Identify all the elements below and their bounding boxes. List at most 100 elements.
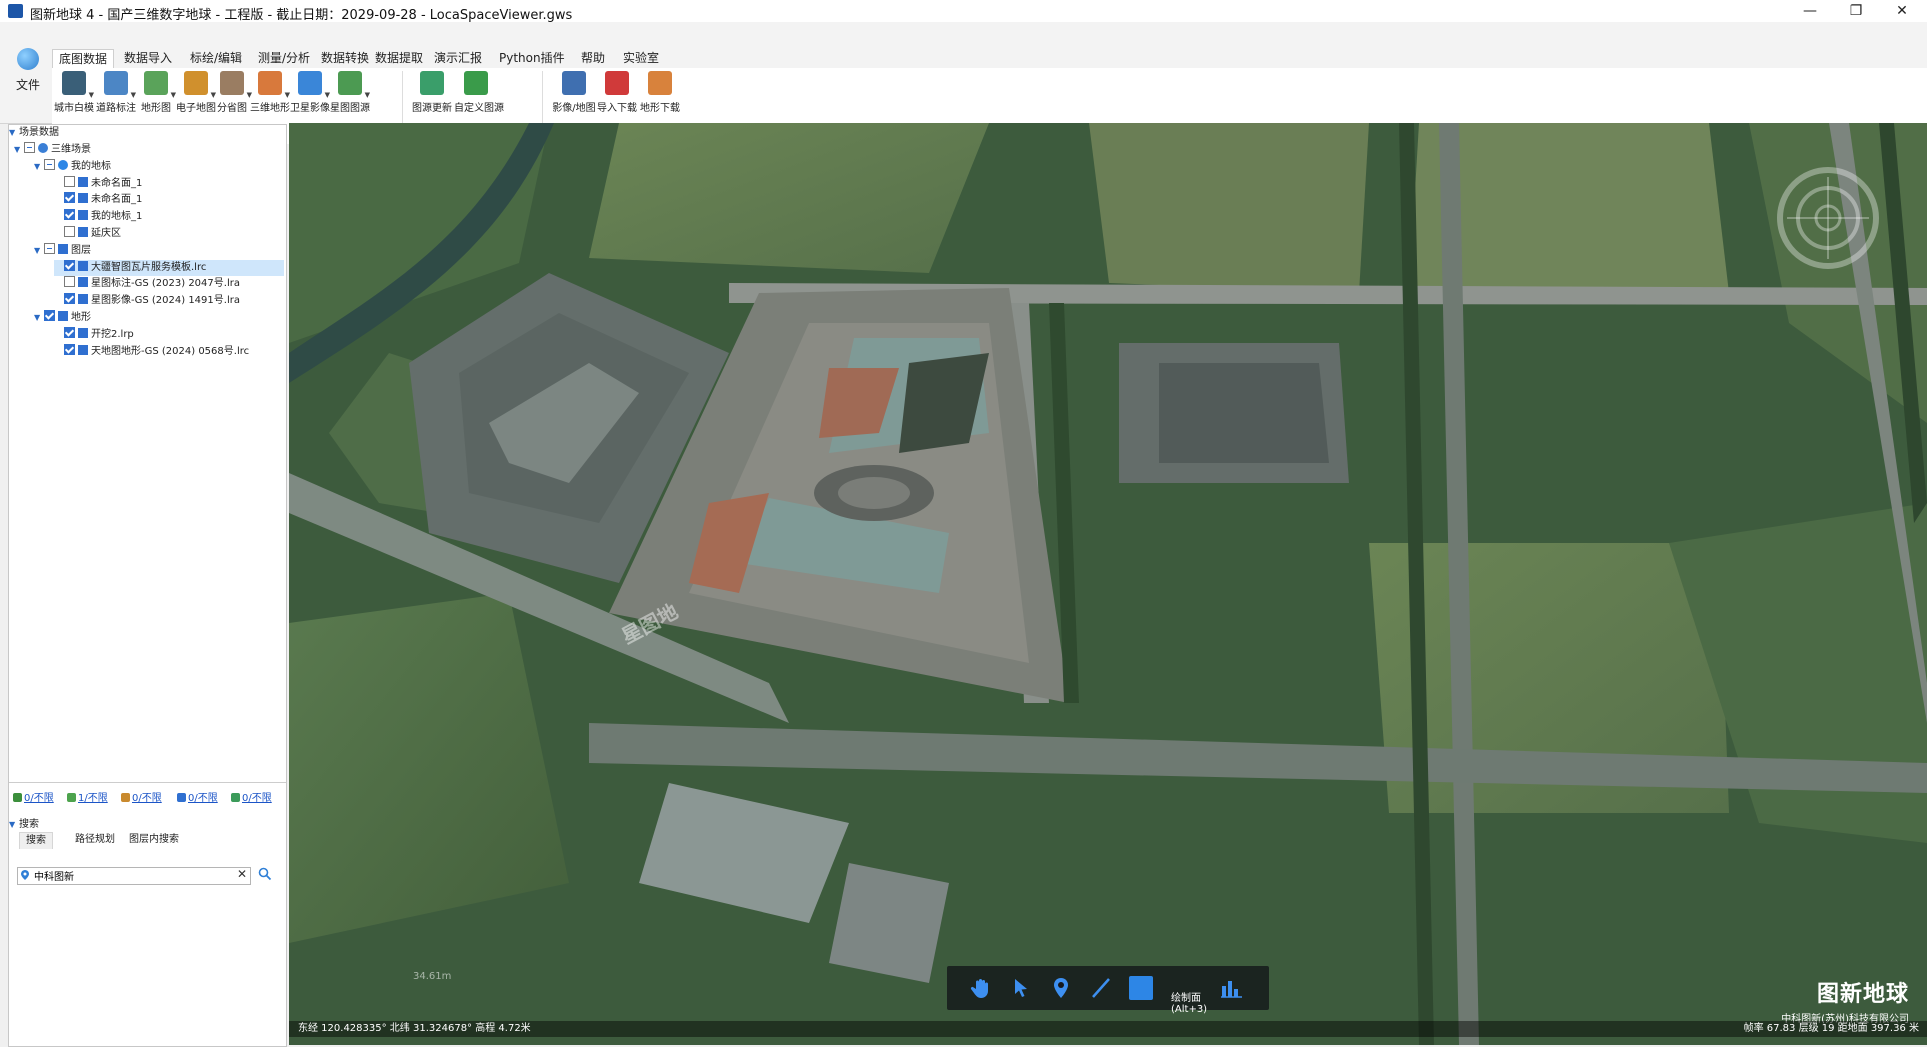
compass-navigation-icon[interactable] [1773, 163, 1883, 273]
line-icon[interactable] [1089, 976, 1113, 1000]
layer-stat-link[interactable]: 0/不限 [121, 789, 162, 804]
tab-9[interactable]: 实验室 [617, 49, 665, 68]
tree-checkbox[interactable] [64, 343, 75, 355]
terrain-icon [78, 344, 88, 355]
tree-expand-arrow-icon[interactable]: ▼ [14, 142, 24, 158]
tree-node[interactable]: 天地图地形-GS (2024) 0568号.lrc [54, 343, 284, 360]
restore-button[interactable]: ❐ [1833, 0, 1879, 22]
file-globe-icon [17, 48, 39, 70]
ribbon: 文件 底图数据 数据导入 标绘/编辑 测量/分析 数据转换 数据提取 演示汇报 Python插… [0, 22, 1927, 144]
search-input[interactable] [34, 869, 224, 882]
tree-checkbox[interactable] [64, 226, 75, 237]
layer-stat-link[interactable]: 0/不限 [13, 789, 54, 804]
monitor-icon [78, 277, 88, 288]
tree-node[interactable]: ▼ 地形 [34, 310, 284, 326]
brand-logo: 图新地球 中科图新(苏州)科技有限公司 [1781, 976, 1909, 1025]
tree-node[interactable]: ▼ 我的地标 [34, 158, 284, 175]
globe-icon [38, 143, 48, 153]
tree-node[interactable]: 开挖2.lrp [54, 326, 284, 343]
tree-node[interactable]: 我的地标_1 [54, 209, 284, 225]
tree-checkbox[interactable] [44, 310, 55, 321]
chart-icon[interactable] [1219, 976, 1243, 1000]
ribbon-button-label: 地形下载 [640, 103, 680, 114]
tab-0[interactable]: 底图数据 [52, 49, 115, 69]
tree-expand-arrow-icon[interactable]: ▼ [34, 310, 44, 326]
ribbon-button-0-0[interactable]: 城市白模 ▼ [52, 71, 96, 115]
polygon-icon[interactable] [1129, 976, 1153, 1000]
tree-node-label: 地形 [71, 312, 91, 323]
tree-expand-arrow-icon[interactable]: ▼ [34, 243, 44, 259]
ribbon-button-0-5[interactable]: 三维地形 ▼ [248, 71, 292, 115]
clear-search-button[interactable]: ✕ [237, 867, 247, 881]
tree-node-label: 图层 [71, 244, 91, 256]
file-menu-button[interactable]: 文件 [10, 48, 46, 108]
tree-node[interactable]: 未命名面_1 [54, 175, 284, 192]
tree-expand-arrow-icon[interactable]: ▼ [34, 159, 44, 175]
tree-checkbox[interactable] [64, 192, 75, 204]
tree-node[interactable]: 大疆智图瓦片服务模板.lrc [54, 259, 284, 276]
ribbon-button-0-6[interactable]: 卫星影像 ▼ [288, 71, 332, 115]
search-tab-1[interactable]: 路径规划 [69, 832, 121, 848]
scene-tree: ▼ 三维场景 ▼ 我的地标 未命名面_1 未命名面_1 我的地标_1 延庆区 ▼ 图层 大疆智图瓦片… [9, 142, 286, 783]
tree-node-label: 延庆区 [91, 228, 121, 239]
file-label: 文件 [15, 78, 40, 92]
tab-5[interactable]: 数据提取 [369, 49, 429, 68]
tab-2[interactable]: 标绘/编辑 [184, 49, 248, 68]
pin-icon [58, 159, 68, 170]
tree-checkbox[interactable] [64, 276, 75, 288]
ribbon-button-0-1[interactable]: 道路标注 ▼ [94, 71, 138, 115]
ribbon-button-2-0[interactable]: 影像/地图 [552, 71, 596, 115]
map-viewport[interactable]: 星图地 34.61m 绘制面 (Alt+3) 图新地球 中科图新(苏州)科技有限公… [289, 123, 1927, 1045]
left-panel: ▼ 场景数据 ▼ 三维场景 ▼ 我的地标 未命名面_1 未命名面_1 我的地标_1 延庆区 ▼ 图层… [8, 124, 287, 1047]
minimize-button[interactable]: — [1787, 0, 1833, 22]
tab-6[interactable]: 演示汇报 [428, 49, 488, 68]
ribbon-tool-icon [420, 71, 444, 95]
close-button[interactable]: ✕ [1879, 0, 1925, 22]
layer-stat-link[interactable]: 1/不限 [67, 789, 108, 804]
dropdown-arrow-icon[interactable]: ▼ [365, 91, 370, 99]
ribbon-tool-icon [298, 71, 322, 95]
search-icon[interactable] [257, 866, 273, 882]
tab-1[interactable]: 数据导入 [118, 49, 178, 68]
tab-3[interactable]: 测量/分析 [252, 49, 316, 68]
tree-checkbox[interactable] [64, 175, 75, 187]
stat-icon [121, 793, 130, 802]
tree-checkbox[interactable] [44, 158, 55, 170]
hand-icon[interactable] [969, 976, 993, 1000]
stat-value: 1/不限 [78, 793, 108, 804]
search-section-header[interactable]: ▼ 搜索 [9, 815, 39, 830]
layer-stat-link[interactable]: 0/不限 [177, 789, 218, 804]
tree-checkbox[interactable] [24, 142, 35, 153]
tree-node[interactable]: ▼ 图层 [34, 242, 284, 259]
tree-checkbox[interactable] [64, 259, 75, 271]
tree-checkbox[interactable] [64, 293, 75, 305]
tree-node-label: 天地图地形-GS (2024) 0568号.lrc [91, 345, 250, 357]
pointer-icon[interactable] [1009, 976, 1033, 1000]
draw-polygon-tooltip: 绘制面 (Alt+3) [1171, 993, 1208, 1015]
tab-4[interactable]: 数据转换 [315, 49, 375, 68]
tree-node[interactable]: 未命名面_1 [54, 192, 284, 208]
marker-icon[interactable] [1049, 976, 1073, 1000]
ribbon-button-0-2[interactable]: 地形图 ▼ [134, 71, 178, 115]
ribbon-button-1-0[interactable]: 图源更新 [410, 71, 454, 115]
tree-node[interactable]: 星图影像-GS (2024) 1491号.lra [54, 293, 284, 309]
ribbon-button-1-1[interactable]: 自定义图源 [454, 71, 504, 115]
search-tab-0[interactable]: 搜索 [19, 832, 53, 849]
search-box: ✕ [17, 867, 251, 885]
ribbon-button-2-1[interactable]: 导入下载 [595, 71, 639, 115]
tree-checkbox[interactable] [64, 326, 75, 338]
tree-checkbox[interactable] [64, 209, 75, 221]
tree-node[interactable]: ▼ 三维场景 [14, 142, 284, 158]
tree-node[interactable]: 延庆区 [54, 226, 284, 242]
ribbon-button-2-2[interactable]: 地形下载 [638, 71, 682, 115]
scene-data-header[interactable]: ▼ 场景数据 [9, 125, 286, 141]
search-tab-2[interactable]: 图层内搜索 [123, 832, 185, 848]
ribbon-button-0-7[interactable]: 星图图源 ▼ [328, 71, 372, 115]
stat-icon [67, 793, 76, 802]
tab-8[interactable]: 帮助 [575, 49, 611, 68]
tree-checkbox[interactable] [44, 242, 55, 254]
layer-stat-link[interactable]: 0/不限 [231, 789, 272, 804]
ribbon-tool-icon [104, 71, 128, 95]
tab-7[interactable]: Python插件 [493, 49, 571, 68]
tree-node[interactable]: 星图标注-GS (2023) 2047号.lra [54, 276, 284, 292]
